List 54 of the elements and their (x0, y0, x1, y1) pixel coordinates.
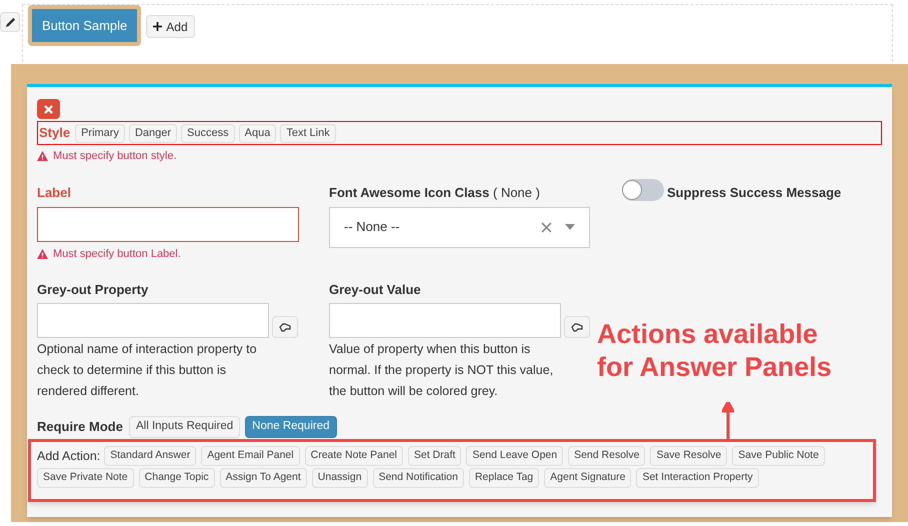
action-button[interactable]: Assign To Agent (220, 468, 307, 488)
action-button[interactable]: Set Interaction Property (636, 468, 759, 488)
mode-option[interactable]: All Inputs Required (128, 416, 240, 438)
field-label: Grey-out Property (37, 281, 150, 299)
label-input[interactable] (37, 206, 299, 242)
action-button[interactable]: Send Resolve (568, 446, 646, 466)
delete-button[interactable] (37, 99, 60, 119)
pencil-icon (4, 16, 16, 28)
field-label: Add Action: (37, 448, 100, 465)
close-icon (44, 104, 53, 114)
style-option[interactable]: Aqua (238, 124, 276, 142)
style-option[interactable]: Success (181, 124, 235, 142)
action-button[interactable]: Agent Email Panel (201, 446, 300, 466)
picker-button[interactable] (564, 316, 590, 338)
error-message: Must specify button Label. (53, 246, 181, 262)
action-button[interactable]: Send Notification (372, 468, 464, 488)
action-button[interactable]: Create Note Panel (304, 446, 403, 466)
help-text: Optional name of interaction property to check to determine if this button is rendered different. (37, 340, 258, 400)
value-input[interactable] (329, 302, 561, 338)
sample-button[interactable]: Button Sample (32, 9, 138, 42)
plus-icon (153, 22, 162, 31)
action-button[interactable]: Set Draft (408, 446, 462, 466)
edit-button[interactable] (0, 12, 20, 32)
error-message: Must specify button style. (53, 148, 176, 164)
clear-icon[interactable] (541, 222, 552, 232)
action-button[interactable]: Unassign (312, 468, 368, 488)
action-button[interactable]: Agent Signature (544, 468, 632, 488)
field-label: Require Mode (37, 418, 123, 436)
caret-icon[interactable] (565, 224, 575, 230)
mode-option[interactable]: None Required (245, 416, 336, 438)
annotation-text: Actions available for Answer Panels (597, 318, 833, 384)
action-button[interactable]: Save Public Note (732, 446, 825, 466)
action-button[interactable]: Send Leave Open (466, 446, 564, 466)
action-button[interactable]: Standard Answer (104, 446, 196, 466)
style-option[interactable]: Text Link (280, 124, 336, 142)
picker-button[interactable] (272, 316, 298, 338)
style-option[interactable]: Danger (128, 124, 178, 142)
field-label: Font Awesome Icon Class ( None ) (329, 184, 541, 202)
property-input[interactable] (37, 302, 269, 338)
toggle-switch[interactable] (622, 179, 664, 201)
help-text: Value of property when this button is normal. If the property is NOT this value, the button will be colored grey. (329, 340, 554, 400)
warning-icon (37, 248, 48, 259)
action-button[interactable]: Save Resolve (650, 446, 728, 466)
icon-select[interactable]: -- None -- (329, 206, 590, 248)
field-label: Style (39, 124, 70, 142)
field-label: Grey-out Value (329, 281, 422, 299)
add-button[interactable]: Add (146, 15, 195, 38)
warning-icon (37, 151, 48, 161)
action-button[interactable]: Replace Tag (468, 468, 540, 488)
style-option[interactable]: Primary (75, 124, 125, 142)
action-button[interactable]: Change Topic (138, 468, 215, 488)
field-label: Label (37, 184, 72, 202)
action-button[interactable]: Save Private Note (37, 468, 134, 488)
toggle-label: Suppress Success Message (667, 184, 842, 202)
